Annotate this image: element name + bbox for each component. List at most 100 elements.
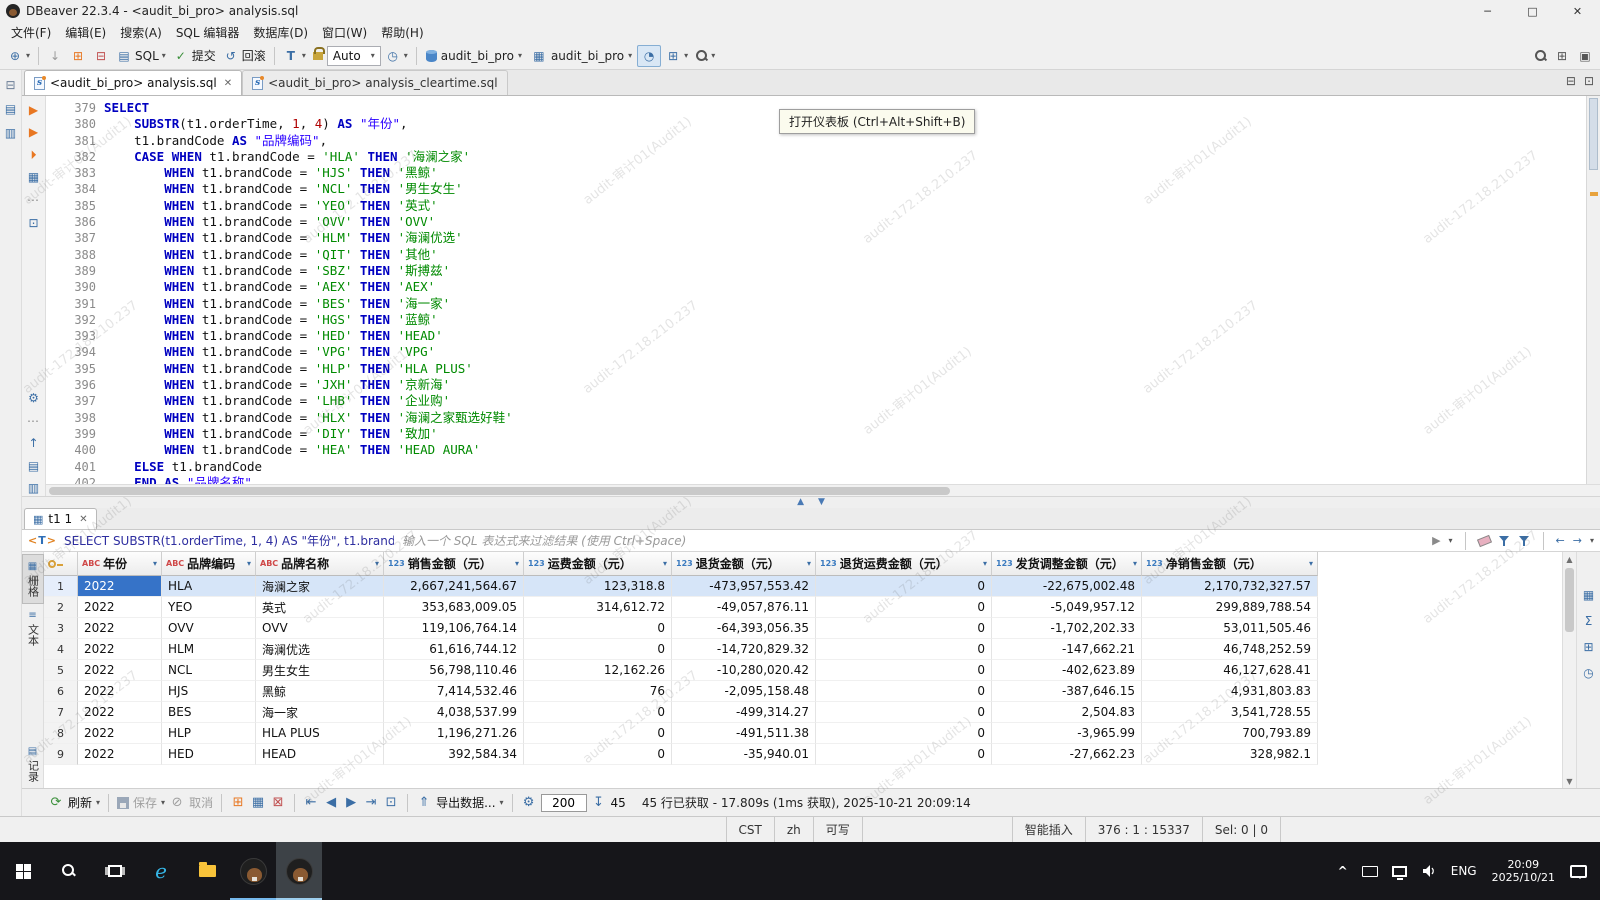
grid-cell[interactable]: 299,889,788.54 [1142,597,1318,618]
grid-cell[interactable]: 0 [524,744,672,765]
chevron-down-icon[interactable]: ▾ [161,798,165,807]
panels-icon[interactable]: ▥ [26,480,42,496]
row-number[interactable]: 6 [44,681,78,702]
goto-row-icon[interactable]: ⊡ [383,795,399,810]
grid-cell[interactable]: HLM [162,639,256,660]
code-line[interactable]: WHEN t1.brandCode = 'HLX' THEN '海澜之家甄选好鞋… [104,410,1586,426]
grid-cell[interactable]: 46,748,252.59 [1142,639,1318,660]
volume-button[interactable] [1414,842,1444,900]
explain-plan-icon[interactable]: ▦ [26,170,42,186]
grid-cell[interactable]: 0 [816,702,992,723]
grid-cell[interactable]: 2022 [78,702,162,723]
tray-expand-button[interactable]: ^ [1331,842,1355,900]
column-menu-icon[interactable]: ▾ [807,559,811,568]
admin-menu-button[interactable]: ⊞ ▾ [662,45,691,67]
code-line[interactable]: WHEN t1.brandCode = 'QIT' THEN '其他' [104,247,1586,263]
grid-cell[interactable]: 0 [816,660,992,681]
editor-hscrollbar[interactable] [46,484,1600,496]
more-actions-icon[interactable]: ⋯ [26,192,42,208]
grid-cell[interactable]: 2,170,732,327.57 [1142,576,1318,597]
menu-item[interactable]: 编辑(E) [58,22,113,43]
grid-cell[interactable]: 2022 [78,723,162,744]
taskbar-search-button[interactable] [46,842,92,900]
grid-cell[interactable]: 英式 [256,597,384,618]
file-explorer-button[interactable] [184,842,230,900]
writable-indicator[interactable]: 可写 [812,817,862,842]
code-line[interactable]: WHEN t1.brandCode = 'VPG' THEN 'VPG' [104,344,1586,360]
grid-cell[interactable]: HLA PLUS [256,723,384,744]
close-tab-icon[interactable]: ✕ [224,78,232,89]
overview-ruler[interactable] [1586,96,1600,484]
grid-cell[interactable]: 0 [816,639,992,660]
grid-cell[interactable]: 0 [816,723,992,744]
grid-cell[interactable]: 56,798,110.46 [384,660,524,681]
execute-statement-icon[interactable]: ▶ [26,102,42,118]
grid-vscroll-thumb[interactable] [1565,568,1574,632]
grid-cell[interactable]: HLP [162,723,256,744]
code-line[interactable]: WHEN t1.brandCode = 'JXH' THEN '京新海' [104,377,1586,393]
minimize-button[interactable]: ─ [1465,0,1510,22]
column-header[interactable]: 123 退货运费金额（元） ▾ [816,552,992,576]
editor-results-sash[interactable]: ▲ ▼ [22,496,1600,508]
grid-cell[interactable]: 76 [524,681,672,702]
grid-cell[interactable]: -1,702,202.33 [992,618,1142,639]
grid-cell[interactable]: 海一家 [256,702,384,723]
new-sql-editor-button[interactable]: ⊞ [67,45,89,67]
grid-cell[interactable]: -14,720,829.32 [672,639,816,660]
close-results-tab-icon[interactable]: ✕ [79,514,87,525]
code-line[interactable]: ELSE t1.brandCode [104,459,1586,475]
column-menu-icon[interactable]: ▾ [663,559,667,568]
grid-cell[interactable]: YEO [162,597,256,618]
grid-cell[interactable]: 2022 [78,618,162,639]
chevron-down-icon[interactable]: ▾ [1449,536,1453,545]
grid-cell[interactable]: 4,038,537.99 [384,702,524,723]
grid-cell[interactable]: 0 [816,681,992,702]
insert-mode-indicator[interactable]: 智能插入 [1011,817,1085,842]
menu-item[interactable]: 数据库(D) [246,22,315,43]
code-line[interactable]: WHEN t1.brandCode = 'DIY' THEN '致加' [104,426,1586,442]
code-line[interactable]: WHEN t1.brandCode = 'HLP' THEN 'HLA PLUS… [104,361,1586,377]
grid-cell[interactable]: -147,662.21 [992,639,1142,660]
code-line[interactable]: WHEN t1.brandCode = 'SBZ' THEN '斯搏兹' [104,263,1586,279]
code-line[interactable]: WHEN t1.brandCode = 'BES' THEN '海一家' [104,296,1586,312]
column-menu-icon[interactable]: ▾ [1309,559,1313,568]
code-line[interactable]: WHEN t1.brandCode = 'AEX' THEN 'AEX' [104,279,1586,295]
grid-cell[interactable]: 男生女生 [256,660,384,681]
code-line[interactable]: WHEN t1.brandCode = 'OVV' THEN 'OVV' [104,214,1586,230]
grid-cell[interactable]: HLA [162,576,256,597]
grid-cell[interactable]: OVV [162,618,256,639]
grid-cell[interactable]: 2022 [78,660,162,681]
grid-cell[interactable]: HEAD [256,744,384,765]
grid-cell[interactable]: BES [162,702,256,723]
grid-cell[interactable]: -491,511.38 [672,723,816,744]
code-line[interactable]: WHEN t1.brandCode = 'HED' THEN 'HEAD' [104,328,1586,344]
column-menu-icon[interactable]: ▾ [153,559,157,568]
grid-cell[interactable]: NCL [162,660,256,681]
filter-settings-icon[interactable] [1518,535,1531,547]
code-line[interactable]: WHEN t1.brandCode = 'HLM' THEN '海澜优选' [104,230,1586,246]
grid-cell[interactable]: -499,314.27 [672,702,816,723]
column-menu-icon[interactable]: ▾ [983,559,987,568]
grid-cell[interactable]: 2,504.83 [992,702,1142,723]
first-page-icon[interactable]: ⇤ [303,795,319,810]
column-header[interactable]: 123 销售金额（元） ▾ [384,552,524,576]
code-line[interactable]: WHEN t1.brandCode = 'HJS' THEN '黑鲸' [104,165,1586,181]
grid-cell[interactable]: 123,318.8 [524,576,672,597]
column-header[interactable]: 123 运费金额（元） ▾ [524,552,672,576]
row-number[interactable]: 9 [44,744,78,765]
grid-cell[interactable]: 0 [524,618,672,639]
grid-cell[interactable]: 4,931,803.83 [1142,681,1318,702]
grid-cell[interactable]: 0 [524,702,672,723]
autocommit-combo[interactable]: Auto ▾ [326,45,381,66]
code-line[interactable]: WHEN t1.brandCode = 'HGS' THEN '蓝鲸' [104,312,1586,328]
transaction-log-button[interactable]: ◷ ▾ [382,45,411,67]
grid-cell[interactable]: -22,675,002.48 [992,576,1142,597]
apply-filter-icon[interactable]: ▶ [1432,534,1440,547]
presentation-tab-text[interactable]: ≡ 文本 [23,604,43,652]
touch-keyboard-button[interactable] [1355,842,1385,900]
chevron-down-icon[interactable]: ▾ [96,798,100,807]
minimize-editor-icon[interactable]: ⊟ [1566,74,1576,88]
cancel-button[interactable]: 取消 [189,794,213,811]
grid-cell[interactable]: 700,793.89 [1142,723,1318,744]
grid-cell[interactable]: 海澜优选 [256,639,384,660]
